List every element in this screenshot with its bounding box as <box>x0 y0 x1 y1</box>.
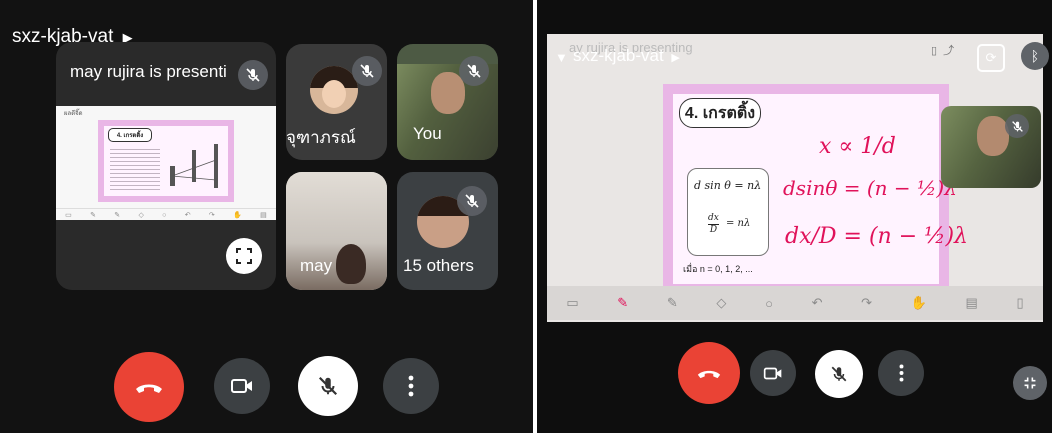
meeting-code: sxz-kjab-vat <box>573 46 664 65</box>
pen-icon[interactable]: ✎ <box>667 295 678 311</box>
eraser-icon[interactable]: ◇ <box>716 295 726 311</box>
slide-pink-frame: 4. เกรตติ้ง <box>98 120 234 202</box>
eraser-icon: ◇ <box>138 212 144 219</box>
slide-url: ผลดีจิ๊ด <box>64 111 83 117</box>
others-tile[interactable]: 15 others <box>397 172 498 290</box>
drawing-toolbar: ▭ ✎ ✎ ◇ ○ ↶ ↷ ✋ ▤ ▯ <box>547 286 1043 320</box>
pen-icon[interactable]: ✎ <box>617 295 628 311</box>
camera-button[interactable] <box>214 358 270 414</box>
lasso-icon: ○ <box>162 211 167 219</box>
video-camera-icon <box>763 367 782 379</box>
slide-footnote: เมื่อ n = 0, 1, 2, ... <box>683 264 753 274</box>
chevron-right-icon: ▶ <box>671 52 680 64</box>
formula-2-fraction: dx D <box>708 213 719 236</box>
participant-tile[interactable]: จุฑาภรณ์ <box>286 44 387 160</box>
microphone-button[interactable] <box>815 350 863 398</box>
redo-icon[interactable]: ↷ <box>861 295 872 311</box>
presented-screen: ay rujira is presenting ▯ ⤴ 4. เกรตติ้ง … <box>547 34 1043 322</box>
collapse-chevron-icon[interactable]: ▼ <box>555 50 568 65</box>
formula-2-numerator: dx <box>708 213 719 225</box>
handwritten-note-1: x ∝ 1/d <box>819 134 896 159</box>
hang-up-icon <box>697 370 721 379</box>
meeting-title[interactable]: sxz-kjab-vat ▶ <box>573 46 680 66</box>
camera-button[interactable] <box>750 350 796 396</box>
exit-fullscreen-button[interactable] <box>1013 366 1047 400</box>
participant-name: may <box>300 256 333 275</box>
formula-1: d sin θ = nλ <box>694 179 762 192</box>
handwritten-note-2: dsinθ = (n − ½)λ <box>783 176 957 200</box>
slide-heading: 4. เกรตติ้ง <box>108 128 152 142</box>
formula-2-denominator: D <box>709 225 718 235</box>
more-options-button[interactable] <box>878 350 924 396</box>
hang-up-icon <box>136 384 162 393</box>
fullscreen-button[interactable] <box>226 238 262 274</box>
presenting-label: may rujira is presenti <box>70 62 227 81</box>
grating-diagram-icon <box>170 144 218 188</box>
redo-icon: ↷ <box>208 212 215 219</box>
mic-off-icon <box>238 60 268 90</box>
mic-off-icon <box>459 56 489 86</box>
undo-icon: ↶ <box>184 212 191 219</box>
participant-tile-self[interactable]: You <box>397 44 498 160</box>
pen-icon: ✎ <box>90 212 96 219</box>
participant-name: จุฑาภรณ์ <box>286 128 356 147</box>
participant-tile[interactable]: may <box>286 172 387 290</box>
mic-off-icon <box>831 366 847 382</box>
hand-icon: ✋ <box>233 212 242 219</box>
more-vert-icon <box>408 375 414 397</box>
others-count: 15 others <box>403 256 474 275</box>
page-icon[interactable]: ▤ <box>966 295 978 311</box>
slide-content: 4. เกรตติ้ง d sin θ = nλ dx D = nλ เมื่อ… <box>673 94 968 284</box>
end-call-button[interactable] <box>114 352 184 422</box>
right-call-screen: ay rujira is presenting ▯ ⤴ 4. เกรตติ้ง … <box>537 0 1052 433</box>
layout-icon[interactable]: ▭ <box>566 295 578 311</box>
mic-off-icon <box>352 56 382 86</box>
more-vert-icon <box>899 364 903 382</box>
window-icons: ▯ ⤴ <box>931 45 955 57</box>
microphone-button[interactable] <box>298 356 358 416</box>
slide-text-block <box>110 146 160 190</box>
avatar <box>310 66 358 114</box>
slide-toolbar: ▭ ✎ ✎ ◇ ○ ↶ ↷ ✋ ▤ <box>56 208 276 221</box>
more-options-button[interactable] <box>383 358 439 414</box>
mic-off-icon <box>318 376 338 396</box>
face <box>336 244 366 284</box>
face <box>431 72 465 114</box>
slide-pink-frame: 4. เกรตติ้ง d sin θ = nλ dx D = nλ เมื่อ… <box>663 84 968 288</box>
lasso-icon[interactable]: ○ <box>765 296 773 311</box>
shared-slide-thumbnail: ผลดีจิ๊ด 4. เกรตติ้ง ▭ ✎ ✎ ◇ ○ ↶ ↷ ✋ ▤ <box>56 106 276 220</box>
mic-off-icon <box>457 186 487 216</box>
rotate-camera-icon[interactable]: ⟳ <box>977 44 1005 72</box>
hand-icon[interactable]: ✋ <box>911 295 927 311</box>
participant-name: You <box>413 124 442 143</box>
handwritten-note-3: dx/D = (n − ½)λ <box>785 224 968 249</box>
formula-box: d sin θ = nλ dx D = nλ <box>687 168 769 256</box>
toolbar-tool-icon: ▭ <box>65 212 72 219</box>
fullscreen-icon <box>236 248 252 264</box>
exit-fullscreen-icon <box>1024 377 1036 389</box>
face <box>977 116 1009 156</box>
left-call-screen: sxz-kjab-vat ▶ may rujira is presenti ผล… <box>0 0 533 433</box>
bluetooth-audio-icon[interactable]: ᛒ <box>1021 42 1049 70</box>
pen-icon: ✎ <box>114 212 121 219</box>
mic-off-icon <box>1005 114 1029 138</box>
document-icon[interactable]: ▯ <box>1017 295 1024 311</box>
end-call-button[interactable] <box>678 342 740 404</box>
presentation-tile[interactable]: may rujira is presenti ผลดีจิ๊ด 4. เกรตต… <box>56 42 276 290</box>
video-camera-icon <box>231 379 252 393</box>
undo-icon[interactable]: ↶ <box>812 295 823 311</box>
formula-2-rhs: = nλ <box>726 218 751 229</box>
page-icon: ▤ <box>260 212 267 219</box>
slide-heading: 4. เกรตติ้ง <box>679 98 761 128</box>
self-view-tile[interactable] <box>941 106 1041 188</box>
